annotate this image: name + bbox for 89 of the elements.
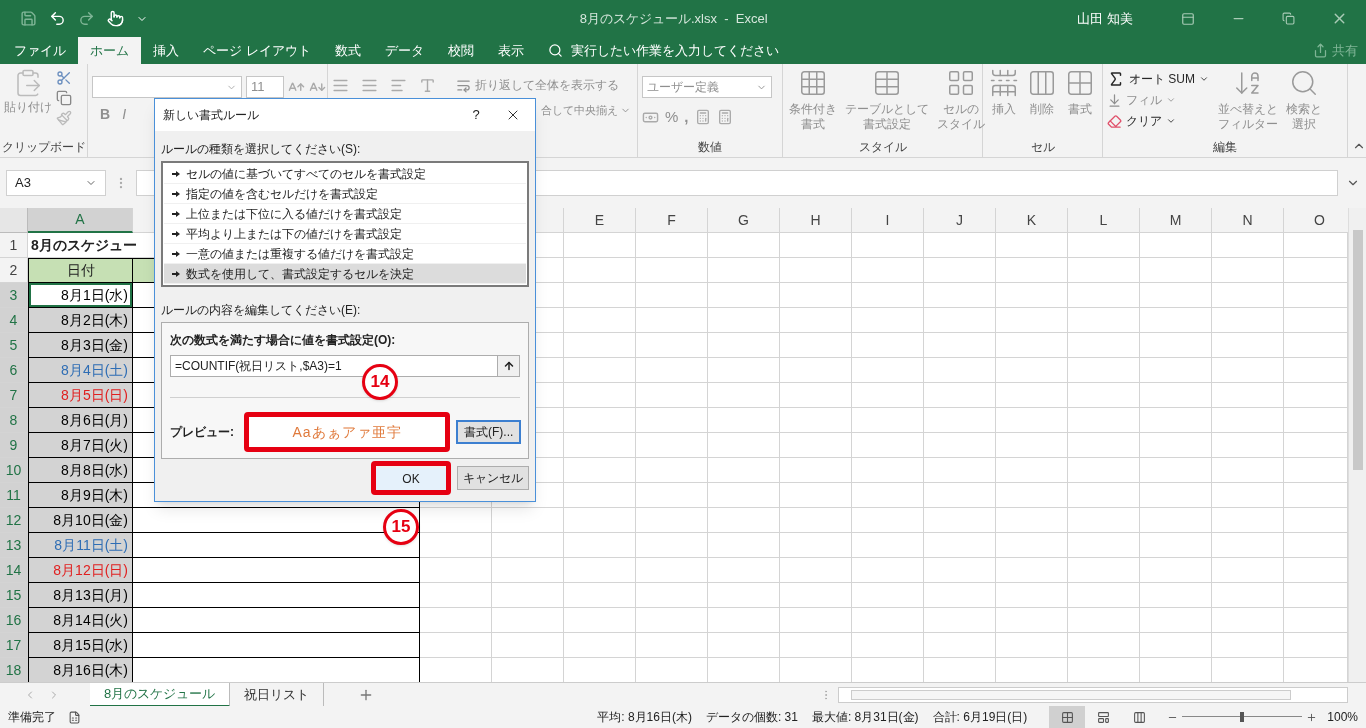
sum-button[interactable]: オート SUM [1107, 70, 1212, 88]
date-cell: 8月7日(火) [28, 433, 133, 458]
rule-type-item[interactable]: 上位または下位に入る値だけを書式設定 [164, 204, 526, 224]
group-label: クリップボード [1, 139, 86, 156]
help-button[interactable]: ? [461, 105, 491, 125]
group-label: スタイル [858, 139, 907, 156]
section-label: ルールの種類を選択してください(S): [161, 141, 362, 158]
date-cell: 8月14日(火) [28, 608, 133, 633]
date-cell: 8月9日(木) [28, 483, 133, 508]
date-cell: 8月12日(日) [28, 558, 133, 583]
status-text: 準備完了 [8, 709, 56, 726]
column-header[interactable]: G [708, 208, 780, 233]
row-header[interactable]: 10 [0, 458, 28, 483]
column-header[interactable]: F [636, 208, 708, 233]
date-cell: 8月13日(月) [28, 583, 133, 608]
ribbon-tab[interactable]: 挿入 [141, 37, 191, 64]
row-header[interactable]: 1 [0, 233, 28, 258]
ribbon-tab[interactable]: 数式 [322, 37, 373, 64]
row-header[interactable]: 17 [0, 633, 28, 658]
date-cell: 8月15日(水) [28, 633, 133, 658]
row-header[interactable]: 11 [0, 483, 28, 508]
preview-label: プレビュー: [170, 424, 234, 441]
column-header[interactable]: J [924, 208, 996, 233]
row-header[interactable]: 15 [0, 583, 28, 608]
rule-type-item[interactable]: 数式を使用して、書式設定するセルを決定 [164, 264, 526, 284]
formula-label: 次の数式を満たす場合に値を書式設定(O): [170, 332, 397, 349]
column-header[interactable]: N [1212, 208, 1284, 233]
ribbon-tab[interactable]: データ [372, 37, 436, 64]
column-header[interactable]: M [1140, 208, 1212, 233]
ribbon-tab[interactable]: ホーム [78, 37, 141, 64]
column-header[interactable]: H [780, 208, 852, 233]
row-header[interactable]: 14 [0, 558, 28, 583]
rule-type-item[interactable]: セルの値に基づいてすべてのセルを書式設定 [164, 164, 526, 184]
column-header[interactable]: A [28, 208, 133, 233]
ribbon-tab[interactable]: ページ レイアウト [191, 37, 323, 64]
date-cell: 8月11日(土) [28, 533, 133, 558]
status-stat: データの個数: 31 [705, 709, 798, 726]
section-label: ルールの内容を編集してください(E): [161, 302, 362, 319]
date-cell: 8月4日(土) [28, 358, 133, 383]
date-cell: 8月6日(月) [28, 408, 133, 433]
row-header[interactable]: 18 [0, 658, 28, 682]
rule-type-item[interactable]: 指定の値を含むセルだけを書式設定 [164, 184, 526, 204]
date-cell: 8月5日(日) [28, 383, 133, 408]
date-cell: 8月3日(金) [28, 333, 133, 358]
row-header[interactable]: 13 [0, 533, 28, 558]
sheet-title: 8月のスケジュー [30, 235, 137, 255]
row-header[interactable]: 5 [0, 333, 28, 358]
ribbon-tab[interactable]: ファイル [2, 37, 78, 64]
row-header[interactable]: 8 [0, 408, 28, 433]
group-label: セル [1030, 139, 1055, 156]
ribbon-tab[interactable]: 表示 [485, 37, 536, 64]
date-cell: 8月8日(水) [28, 458, 133, 483]
column-header[interactable]: K [996, 208, 1068, 233]
status-stat: 最大値: 8月31日(金) [811, 709, 919, 726]
table-header-cell: 日付 [28, 258, 133, 283]
column-header[interactable]: I [852, 208, 924, 233]
rule-type-item[interactable]: 平均より上または下の値だけを書式設定 [164, 224, 526, 244]
tell-me-field[interactable]: 実行したい作業を入力してください [547, 37, 779, 64]
row-header[interactable]: 7 [0, 383, 28, 408]
row-header[interactable]: 2 [0, 258, 28, 283]
name-box[interactable]: A3 [6, 170, 106, 196]
date-cell: 8月2日(木) [28, 308, 133, 333]
column-header[interactable]: L [1068, 208, 1140, 233]
format-button[interactable]: 書式(F)... [456, 420, 522, 444]
dialog-title: 新しい書式ルール [163, 107, 260, 124]
preview-box: Aaあぁアァ亜宇 [249, 417, 445, 447]
status-stat: 平均: 8月16日(木) [597, 709, 692, 726]
zoom-reading[interactable]: 100% [1327, 708, 1358, 726]
row-header[interactable]: 4 [0, 308, 28, 333]
row-header[interactable]: 3 [0, 283, 28, 308]
date-cell: 8月10日(金) [28, 508, 133, 533]
row-header[interactable]: 12 [0, 508, 28, 533]
window-title: 8月のスケジュール.xlsx - Excel [579, 9, 768, 28]
ribbon-tab[interactable]: 校閲 [435, 37, 486, 64]
date-cell: 8月1日(水) [28, 283, 133, 308]
row-header[interactable]: 9 [0, 433, 28, 458]
step-number: 15 [383, 509, 419, 545]
date-cell: 8月16日(木) [28, 658, 133, 682]
sheet-tab[interactable]: 8月のスケジュール [90, 682, 231, 707]
group-label: 数値 [698, 139, 722, 156]
ok-button[interactable]: OK [376, 468, 446, 490]
column-header[interactable]: E [564, 208, 636, 233]
user-name: 山田 知美 [1077, 9, 1133, 28]
group-label: 編集 [1213, 139, 1237, 156]
cancel-button[interactable]: キャンセル [457, 466, 529, 490]
row-header[interactable]: 16 [0, 608, 28, 633]
clear-button[interactable]: クリア [1107, 112, 1212, 130]
status-stat: 合計: 6月19日(日) [932, 709, 1028, 726]
row-header[interactable]: 6 [0, 358, 28, 383]
